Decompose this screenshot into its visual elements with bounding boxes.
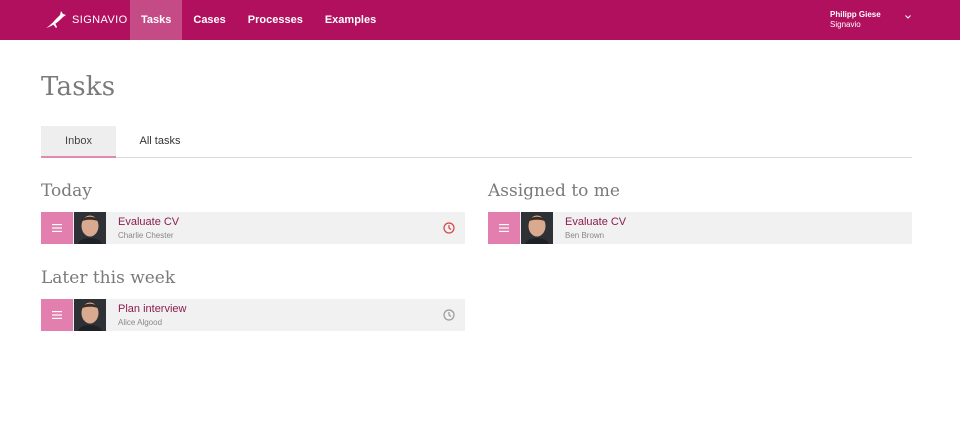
section-title-later: Later this week: [41, 268, 176, 288]
avatar: [74, 299, 106, 331]
top-navigation-bar: SIGNAVIO Tasks Cases Processes Examples …: [0, 0, 960, 40]
avatar: [521, 212, 553, 244]
signavio-logo-icon: [46, 11, 66, 28]
menu-icon: [52, 311, 62, 319]
clock-icon: [443, 222, 455, 234]
brand-logo[interactable]: SIGNAVIO: [44, 0, 128, 40]
avatar-photo: [74, 299, 106, 331]
task-title[interactable]: Evaluate CV: [565, 216, 626, 228]
task-tabs: Inbox All tasks: [41, 126, 912, 158]
user-org: Signavio: [830, 20, 861, 29]
task-card[interactable]: Evaluate CV Charlie Chester: [41, 212, 465, 244]
task-assignee: Ben Brown: [565, 231, 605, 240]
task-assignee: Charlie Chester: [118, 231, 174, 240]
nav-cases[interactable]: Cases: [182, 0, 236, 40]
task-menu-button[interactable]: [41, 212, 73, 244]
section-title-assigned: Assigned to me: [488, 181, 620, 201]
avatar-photo: [521, 212, 553, 244]
user-name: Philipp Giese: [830, 10, 881, 19]
task-menu-button[interactable]: [488, 212, 520, 244]
nav-tasks[interactable]: Tasks: [130, 0, 183, 40]
clock-icon: [443, 309, 455, 321]
task-menu-button[interactable]: [41, 299, 73, 331]
page-title: Tasks: [41, 72, 116, 102]
task-card[interactable]: Evaluate CV Ben Brown: [488, 212, 912, 244]
avatar: [74, 212, 106, 244]
chevron-down-icon[interactable]: [904, 13, 912, 21]
section-title-today: Today: [41, 181, 92, 201]
nav-processes[interactable]: Processes: [237, 0, 314, 40]
menu-icon: [52, 224, 62, 232]
menu-icon: [499, 224, 509, 232]
nav-examples[interactable]: Examples: [314, 0, 387, 40]
brand-name: SIGNAVIO: [72, 14, 128, 26]
main-nav: Tasks Cases Processes Examples: [130, 0, 387, 40]
task-title[interactable]: Plan interview: [118, 303, 186, 315]
avatar-photo: [74, 212, 106, 244]
task-title[interactable]: Evaluate CV: [118, 216, 179, 228]
task-card[interactable]: Plan interview Alice Algood: [41, 299, 465, 331]
tab-all-tasks[interactable]: All tasks: [125, 126, 195, 157]
task-assignee: Alice Algood: [118, 318, 163, 327]
tab-inbox[interactable]: Inbox: [41, 126, 116, 158]
user-menu[interactable]: Philipp Giese Signavio: [830, 10, 881, 30]
